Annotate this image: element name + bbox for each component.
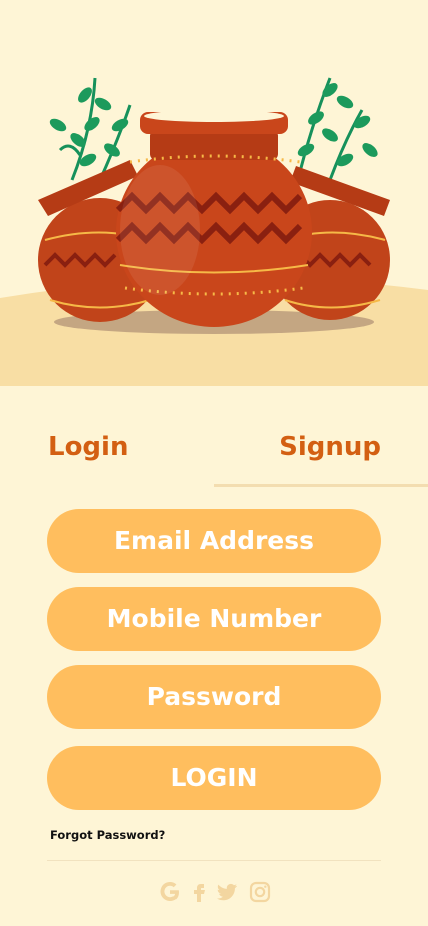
hero-illustration: [0, 0, 428, 386]
mobile-number-field[interactable]: Mobile Number: [47, 587, 381, 651]
twitter-icon[interactable]: [215, 880, 239, 904]
login-button[interactable]: LOGIN: [47, 746, 381, 810]
email-field[interactable]: Email Address: [47, 509, 381, 573]
tab-underline: [214, 484, 428, 487]
tab-signup[interactable]: Signup: [279, 428, 381, 466]
instagram-icon[interactable]: [248, 880, 272, 904]
password-field[interactable]: Password: [47, 665, 381, 729]
google-icon[interactable]: [158, 880, 182, 904]
auth-tabs: Login Signup: [0, 428, 428, 488]
tab-login[interactable]: Login: [48, 428, 128, 466]
forgot-password-link[interactable]: Forgot Password?: [50, 828, 165, 842]
facebook-icon[interactable]: [187, 880, 211, 904]
divider: [47, 860, 381, 861]
